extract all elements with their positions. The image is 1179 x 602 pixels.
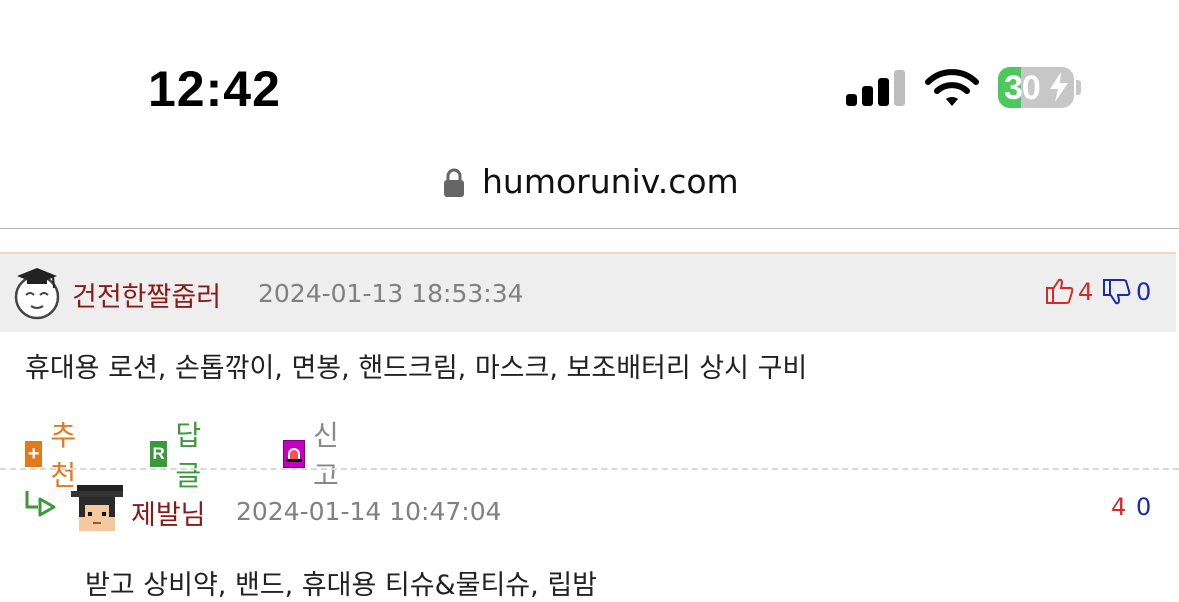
wifi-icon <box>925 69 979 106</box>
comment-author[interactable]: 건전한짤줍러 <box>72 275 221 314</box>
avatar-pixel-icon[interactable] <box>71 485 123 533</box>
reply-date: 2024-01-14 10:47:04 <box>236 497 502 526</box>
url-text[interactable]: humoruniv.com <box>482 162 739 201</box>
reply-upvote-count: 4 <box>1111 493 1127 521</box>
battery-nub <box>1076 80 1081 95</box>
thumbs-down-icon[interactable] <box>1102 278 1132 306</box>
report-button[interactable]: 신고 <box>283 414 345 494</box>
reply-r-icon: R <box>150 441 168 467</box>
avatar-graduate-icon[interactable] <box>13 264 61 320</box>
recommend-label: 추천 <box>50 419 77 492</box>
battery-percent: 30 <box>1004 69 1041 107</box>
comment-date: 2024-01-13 18:53:34 <box>258 279 524 308</box>
reply-button[interactable]: R 답글 <box>150 414 210 494</box>
status-bar: 12:42 30 <box>0 0 1179 150</box>
cellular-signal-icon <box>846 70 906 106</box>
reply-arrow-icon <box>25 491 56 517</box>
reply-author[interactable]: 제발님 <box>131 493 206 532</box>
comment-text: 휴대용 로션, 손톱깎이, 면봉, 핸드크림, 마스크, 보조배터리 상시 구비 <box>25 353 808 384</box>
reply-downvote-count: 0 <box>1136 493 1152 521</box>
comment-divider <box>0 468 1179 470</box>
battery-charging-icon: 30 <box>998 67 1074 108</box>
recommend-button[interactable]: + 추천 <box>25 414 85 494</box>
downvote-count: 0 <box>1136 278 1152 306</box>
report-label: 신고 <box>313 419 339 492</box>
status-time: 12:42 <box>148 61 281 117</box>
divider <box>0 228 1179 229</box>
siren-icon <box>283 440 305 468</box>
upvote-count: 4 <box>1078 278 1094 306</box>
reply-text: 받고 상비약, 밴드, 휴대용 티슈&물티슈, 립밤 <box>85 570 597 601</box>
bolt-icon <box>1050 72 1068 102</box>
thumbs-up-icon[interactable] <box>1045 277 1075 305</box>
plus-icon: + <box>25 441 43 467</box>
reply-label: 답글 <box>175 419 202 492</box>
lock-icon <box>444 168 464 197</box>
